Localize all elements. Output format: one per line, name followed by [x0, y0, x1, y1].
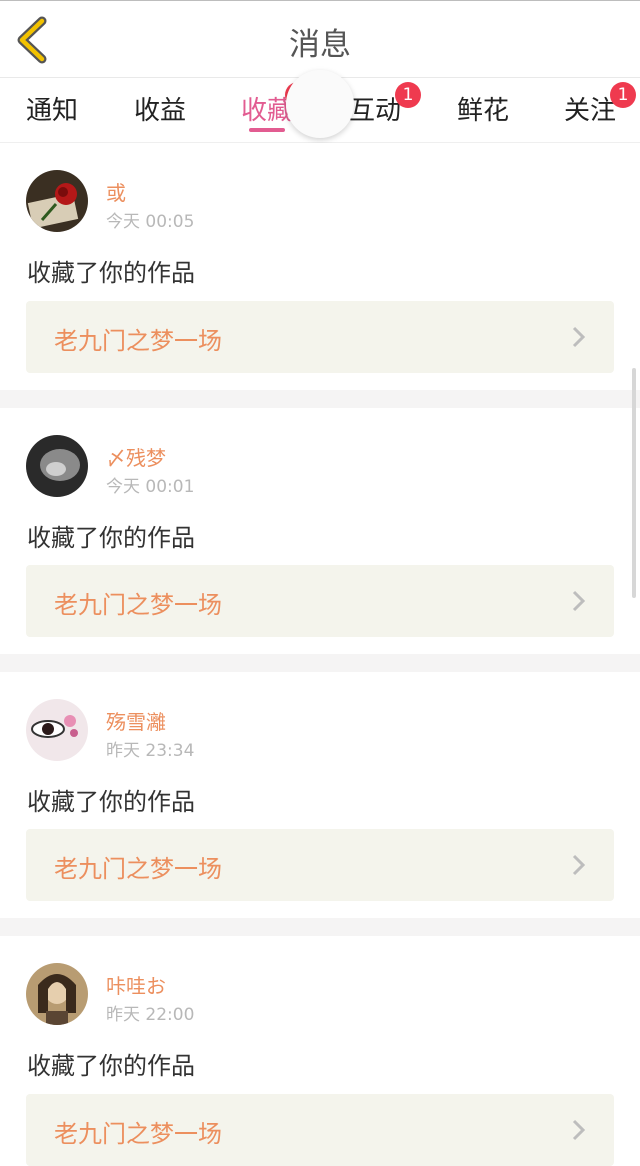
- chevron-right-icon: [572, 854, 586, 876]
- portrait-avatar-image: [26, 963, 88, 1025]
- tab-label: 鲜花: [457, 96, 510, 126]
- tab-badge: 1: [395, 82, 421, 108]
- list-item: 或 今天 00:05 收藏了你的作品 老九门之梦一场: [0, 143, 640, 388]
- avatar[interactable]: [26, 963, 88, 1025]
- tab-label: 互动: [349, 96, 402, 126]
- username[interactable]: 殇雪灕: [106, 706, 166, 735]
- hand-avatar-image: [26, 435, 88, 497]
- username[interactable]: 咔哇お: [106, 970, 166, 999]
- section-divider: [0, 654, 640, 672]
- tab-label: 通知: [26, 96, 79, 126]
- chevron-right-icon: [572, 1119, 586, 1141]
- tab-follows[interactable]: 关注 1: [564, 82, 636, 127]
- scrollbar[interactable]: [632, 368, 636, 598]
- tab-badge: 1: [610, 82, 636, 108]
- timestamp: 昨天 23:34: [106, 741, 195, 761]
- work-link[interactable]: 老九门之梦一场: [26, 829, 614, 901]
- chevron-right-icon: [572, 326, 586, 348]
- work-title: 老九门之梦一场: [54, 855, 222, 883]
- eye-avatar-image: [26, 699, 88, 761]
- tab-interactions[interactable]: 互动 1: [349, 82, 421, 127]
- page-title: 消息: [289, 27, 351, 63]
- list-item: 〆残梦 今天 00:01 收藏了你的作品 老九门之梦一场: [0, 408, 640, 654]
- section-divider: [0, 918, 640, 936]
- active-tab-indicator: [249, 128, 285, 132]
- list-item: 殇雪灕 昨天 23:34 收藏了你的作品 老九门之梦一场: [0, 672, 640, 918]
- activity-text: 收藏了你的作品: [27, 788, 195, 816]
- app-header: 消息: [0, 1, 640, 77]
- avatar[interactable]: [26, 435, 88, 497]
- work-link[interactable]: 老九门之梦一场: [26, 1094, 614, 1166]
- chevron-right-icon: [572, 590, 586, 612]
- section-divider: [0, 390, 640, 408]
- list-item: 咔哇お 昨天 22:00 收藏了你的作品 老九门之梦一场: [0, 936, 640, 1166]
- tab-label: 关注: [564, 96, 617, 126]
- tab-favorites[interactable]: 收藏: [241, 82, 311, 127]
- work-title: 老九门之梦一场: [54, 591, 222, 619]
- avatar[interactable]: [26, 170, 88, 232]
- username[interactable]: 〆残梦: [106, 442, 166, 471]
- avatar[interactable]: [26, 699, 88, 761]
- work-link[interactable]: 老九门之梦一场: [26, 565, 614, 637]
- tab-flowers[interactable]: 鲜花: [457, 90, 509, 127]
- timestamp: 昨天 22:00: [106, 1005, 195, 1025]
- timestamp: 今天 00:01: [106, 477, 195, 497]
- username[interactable]: 或: [106, 177, 126, 206]
- tab-label: 收益: [134, 96, 187, 126]
- work-title: 老九门之梦一场: [54, 327, 222, 355]
- tab-earnings[interactable]: 收益: [134, 90, 186, 127]
- rose-avatar-image: [26, 170, 88, 232]
- activity-text: 收藏了你的作品: [27, 524, 195, 552]
- work-link[interactable]: 老九门之梦一场: [26, 301, 614, 373]
- floating-touch-button[interactable]: [286, 70, 354, 138]
- activity-text: 收藏了你的作品: [27, 1052, 195, 1080]
- activity-text: 收藏了你的作品: [27, 259, 195, 287]
- work-title: 老九门之梦一场: [54, 1120, 222, 1148]
- tab-notifications[interactable]: 通知: [26, 90, 78, 127]
- timestamp: 今天 00:05: [106, 212, 195, 232]
